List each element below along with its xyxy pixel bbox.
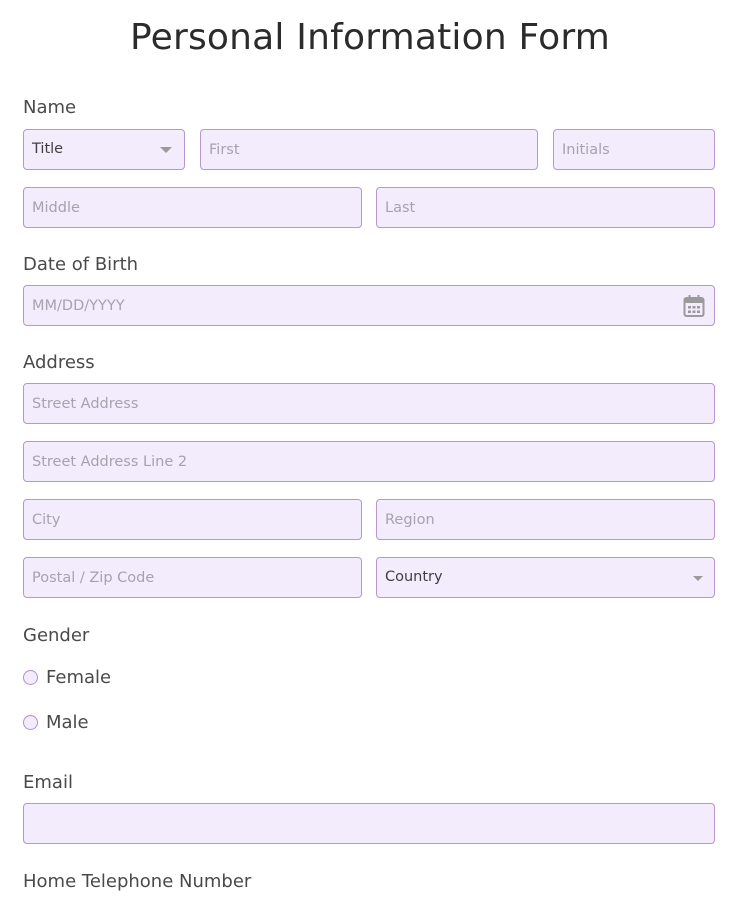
city-input[interactable] xyxy=(24,500,361,539)
middle-name-input[interactable] xyxy=(24,188,361,227)
city-field[interactable] xyxy=(23,499,362,540)
last-name-field[interactable] xyxy=(376,187,715,228)
first-name-field[interactable] xyxy=(200,129,538,170)
dob-field[interactable] xyxy=(23,285,715,326)
address-label: Address xyxy=(23,352,95,373)
calendar-icon[interactable] xyxy=(683,294,705,318)
region-field[interactable] xyxy=(376,499,715,540)
gender-option-label: Male xyxy=(46,711,89,733)
first-name-input[interactable] xyxy=(201,130,537,169)
postal-code-input[interactable] xyxy=(24,558,361,597)
country-select-value: Country xyxy=(385,569,443,585)
initials-input[interactable] xyxy=(554,130,714,169)
region-input[interactable] xyxy=(377,500,714,539)
email-field[interactable] xyxy=(23,803,715,844)
chevron-down-icon xyxy=(693,576,703,581)
form-title: Personal Information Form xyxy=(130,17,610,58)
street-address-input[interactable] xyxy=(24,384,714,423)
initials-field[interactable] xyxy=(553,129,715,170)
street-address-line2-field[interactable] xyxy=(23,441,715,482)
email-input[interactable] xyxy=(24,804,714,843)
gender-option-label: Female xyxy=(46,666,112,688)
dob-label: Date of Birth xyxy=(23,254,139,275)
street-address-line2-input[interactable] xyxy=(24,442,714,481)
title-select-value: Title xyxy=(32,141,64,157)
radio-male[interactable] xyxy=(23,714,38,730)
home-phone-label: Home Telephone Number xyxy=(23,871,252,892)
email-label: Email xyxy=(23,772,73,793)
postal-code-field[interactable] xyxy=(23,557,362,598)
title-select[interactable]: Title xyxy=(23,129,185,170)
radio-female[interactable] xyxy=(23,669,38,685)
middle-name-field[interactable] xyxy=(23,187,362,228)
street-address-field[interactable] xyxy=(23,383,715,424)
country-select[interactable]: Country xyxy=(376,557,715,598)
gender-option-male[interactable]: Male xyxy=(23,710,89,734)
chevron-down-icon xyxy=(160,147,172,153)
gender-option-female[interactable]: Female xyxy=(23,665,111,689)
gender-label: Gender xyxy=(23,625,90,646)
dob-input[interactable] xyxy=(24,286,714,325)
last-name-input[interactable] xyxy=(377,188,714,227)
name-label: Name xyxy=(23,97,77,118)
